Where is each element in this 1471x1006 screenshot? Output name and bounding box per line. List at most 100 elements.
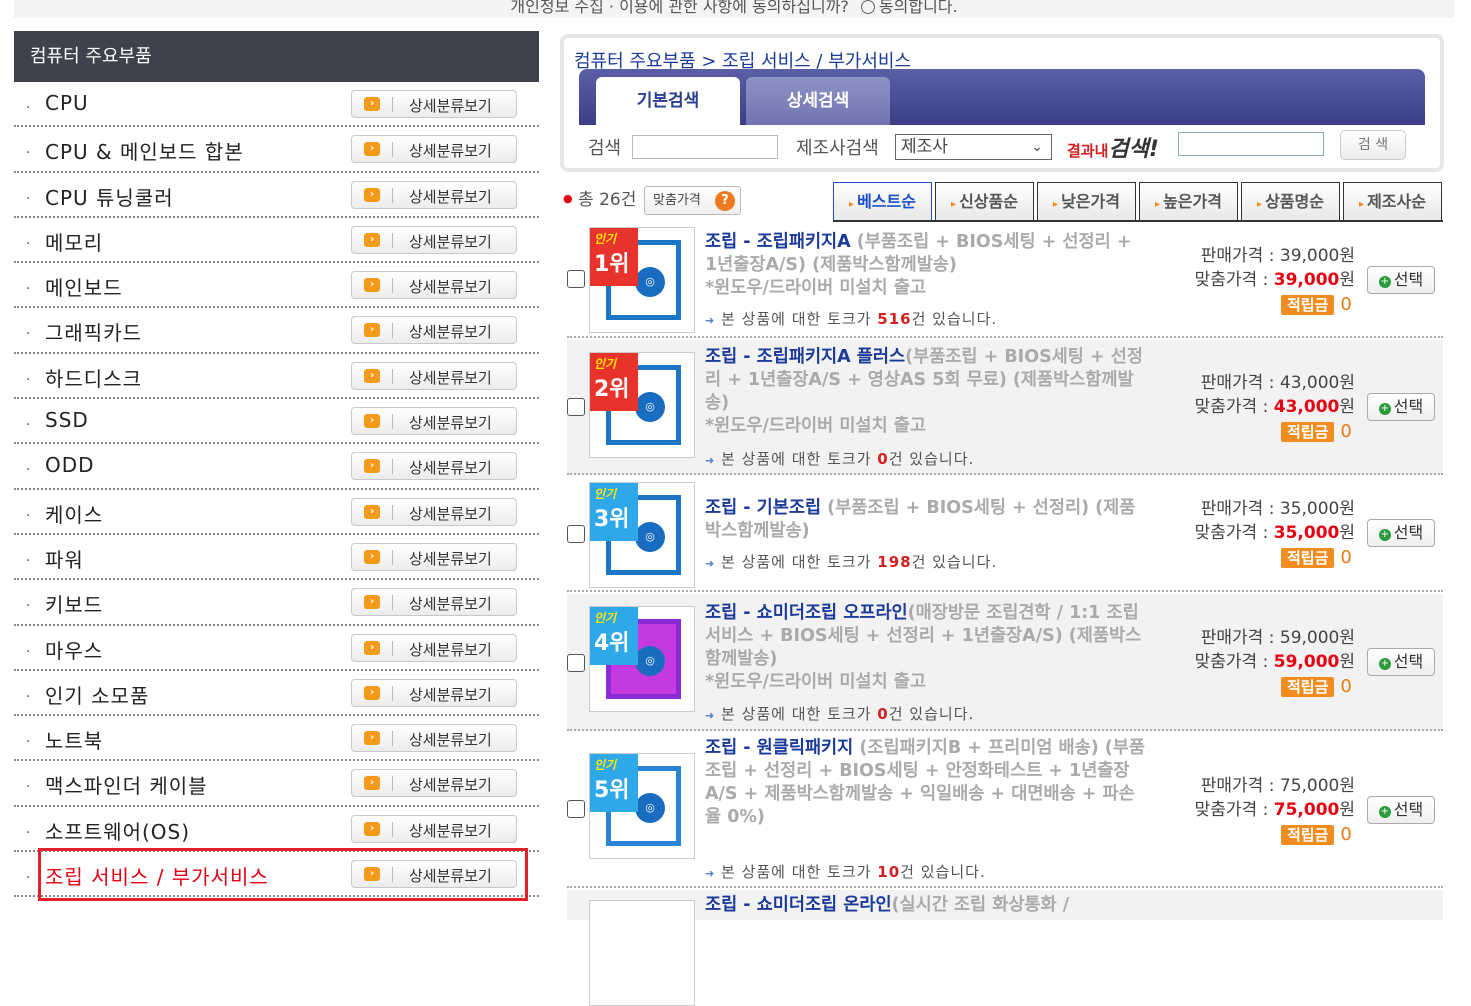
product-checkbox[interactable] [567,398,585,416]
sidebar-item-label[interactable]: CPU 튜닝쿨러 [45,182,174,211]
talk-count[interactable]: ➜ 본 상품에 대한 토크가 198건 있습니다. [705,551,997,572]
sidebar-item[interactable]: · SSD › 상세분류보기 [14,399,539,445]
sort-tab[interactable]: ▸ 베스트순 [833,182,932,221]
product-thumbnail[interactable]: ◎ 인기 4위 [589,606,695,712]
product-thumbnail[interactable]: ◎ 인기 3위 [589,482,695,588]
select-button[interactable]: + 선택 [1367,519,1435,547]
product-title[interactable]: 조립 - 원클릭패키지 (조립패키지B + 프리미엄 배송) (부품조립 + 선… [705,737,1145,829]
product-title[interactable]: 조립 - 조립패키지A 플러스(부품조립 + BIOS세팅 + 선정리 + 1년… [705,346,1145,438]
tab-basic-search[interactable]: 기본검색 [596,77,740,125]
sidebar-item[interactable]: · 하드디스크 › 상세분류보기 [14,354,539,400]
detail-category-button[interactable]: › 상세분류보기 [351,588,517,617]
talk-count[interactable]: ➜ 본 상품에 대한 토크가 10건 있습니다. [705,861,986,882]
sidebar-item[interactable]: · 메모리 › 상세분류보기 [14,218,539,264]
tab-detail-search[interactable]: 상세검색 [746,77,890,125]
product-title[interactable]: 조립 - 기본조립 (부품조립 + BIOS세팅 + 선정리) (제품박스함께발… [705,497,1145,543]
agree-radio[interactable] [860,0,875,14]
select-button[interactable]: + 선택 [1367,266,1435,294]
sort-tab[interactable]: ▸ 신상품순 [935,182,1034,221]
product-name[interactable]: 조립 - 조립패키지A 플러스 [705,347,905,367]
sidebar-item-label[interactable]: 마우스 [45,635,103,664]
sidebar-item-label[interactable]: 파워 [45,544,84,573]
detail-category-button[interactable]: › 상세분류보기 [351,361,517,390]
sort-tab[interactable]: ▸ 상품명순 [1241,182,1340,221]
detail-category-button[interactable]: › 상세분류보기 [351,90,517,118]
sidebar-item-label[interactable]: 인기 소모품 [45,680,149,709]
search-button[interactable]: 검 색 [1340,130,1406,160]
sidebar-item[interactable]: · 마우스 › 상세분류보기 [14,626,539,671]
sidebar-item-label[interactable]: 케이스 [45,499,103,528]
sidebar-item[interactable]: · ODD › 상세분류보기 [14,444,539,490]
detail-category-button[interactable]: › 상세분류보기 [351,225,517,254]
product-name[interactable]: 조립 - 쇼미더조립 오프라인 [705,603,908,623]
sidebar-item-label[interactable]: 메인보드 [45,272,123,301]
help-icon[interactable]: ? [715,191,735,211]
sidebar-item[interactable]: · 인기 소모품 › 상세분류보기 [14,671,539,717]
detail-category-button[interactable]: › 상세분류보기 [351,633,517,662]
agree-label[interactable]: 동의합니다. [879,0,958,16]
sidebar-item[interactable]: · CPU & 메인보드 합본 › 상세분류보기 [14,127,539,173]
sidebar-item[interactable]: · 노트북 › 상세분류보기 [14,716,539,762]
product-thumbnail[interactable]: ◎ 인기 2위 [589,352,695,458]
sidebar-item[interactable]: · 케이스 › 상세분류보기 [14,490,539,535]
product-thumbnail[interactable] [589,900,695,1006]
sidebar-item[interactable]: · 파워 › 상세분류보기 [14,535,539,581]
maker-select[interactable]: 제조사 ⌄ [895,134,1052,160]
sidebar-item-label[interactable]: ODD [45,453,95,477]
product-title[interactable]: 조립 - 쇼미더조립 온라인(실시간 조립 화상통화 / [705,894,1145,917]
detail-category-button[interactable]: › 상세분류보기 [351,724,517,753]
sidebar-item[interactable]: · 소프트웨어(OS) › 상세분류보기 [14,807,539,853]
product-name[interactable]: 조립 - 조립패키지A [705,232,851,252]
detail-category-button[interactable]: › 상세분류보기 [351,316,517,345]
sidebar-item[interactable]: · 메인보드 › 상세분류보기 [14,263,539,309]
search-input[interactable] [632,135,778,159]
product-name[interactable]: 조립 - 쇼미더조립 온라인 [705,895,892,915]
sidebar-item[interactable]: · CPU › 상세분류보기 [14,82,539,128]
talk-count[interactable]: ➜ 본 상품에 대한 토크가 0건 있습니다. [705,448,974,469]
search-within-input[interactable] [1178,132,1324,156]
sidebar-item[interactable]: · 그래픽카드 › 상세분류보기 [14,308,539,354]
custom-price-button[interactable]: 맞춤가격? [644,186,741,215]
talk-count[interactable]: ➜ 본 상품에 대한 토크가 516건 있습니다. [705,308,997,329]
detail-category-button[interactable]: › 상세분류보기 [351,497,517,526]
sidebar-item-label[interactable]: 소프트웨어(OS) [45,816,190,845]
product-name[interactable]: 조립 - 기본조립 [705,498,821,518]
detail-category-button[interactable]: › 상세분류보기 [351,452,517,481]
select-button[interactable]: + 선택 [1367,796,1435,824]
sidebar-item-label[interactable]: 노트북 [45,725,103,754]
sort-tab[interactable]: ▸ 제조사순 [1343,182,1442,221]
detail-category-button[interactable]: › 상세분류보기 [351,180,517,209]
detail-category-button[interactable]: › 상세분류보기 [351,769,517,798]
product-checkbox[interactable] [567,525,585,543]
sidebar-item-label[interactable]: CPU [45,91,89,115]
product-title[interactable]: 조립 - 쇼미더조립 오프라인(매장방문 조립견학 / 1:1 조립 서비스 +… [705,602,1145,694]
select-button[interactable]: + 선택 [1367,648,1435,676]
sort-tab[interactable]: ▸ 낮은가격 [1037,182,1136,221]
sidebar-item[interactable]: · CPU 튜닝쿨러 › 상세분류보기 [14,173,539,218]
product-checkbox[interactable] [567,654,585,672]
product-thumbnail[interactable]: ◎ 인기 5위 [589,753,695,859]
sort-tab[interactable]: ▸ 높은가격 [1139,182,1238,221]
sidebar-item-label[interactable]: 메모리 [45,227,103,256]
detail-category-button[interactable]: › 상세분류보기 [351,135,517,164]
sidebar-item-label[interactable]: 그래픽카드 [45,317,142,346]
detail-category-button[interactable]: › 상세분류보기 [351,542,517,571]
sidebar-item[interactable]: · 맥스파인더 케이블 › 상세분류보기 [14,761,539,807]
sidebar-item-label[interactable]: 키보드 [45,589,103,618]
product-checkbox[interactable] [567,800,585,818]
sidebar-item-label[interactable]: CPU & 메인보드 합본 [45,136,244,165]
detail-category-button[interactable]: › 상세분류보기 [351,814,517,843]
sidebar-item-label[interactable]: SSD [45,408,89,432]
sidebar-item[interactable]: · 키보드 › 상세분류보기 [14,580,539,626]
product-checkbox[interactable] [567,270,585,288]
product-name[interactable]: 조립 - 원클릭패키지 [705,738,853,758]
select-button[interactable]: + 선택 [1367,393,1435,421]
detail-category-button[interactable]: › 상세분류보기 [351,678,517,707]
sidebar-item-label[interactable]: 맥스파인더 케이블 [45,770,208,799]
product-title[interactable]: 조립 - 조립패키지A (부품조립 + BIOS세팅 + 선정리 + 1년출장A… [705,231,1145,300]
detail-category-button[interactable]: › 상세분류보기 [351,407,517,436]
talk-count[interactable]: ➜ 본 상품에 대한 토크가 0건 있습니다. [705,703,974,724]
detail-category-button[interactable]: › 상세분류보기 [351,271,517,300]
product-thumbnail[interactable]: ◎ 인기 1위 [589,227,695,333]
sidebar-item-label[interactable]: 하드디스크 [45,363,142,392]
